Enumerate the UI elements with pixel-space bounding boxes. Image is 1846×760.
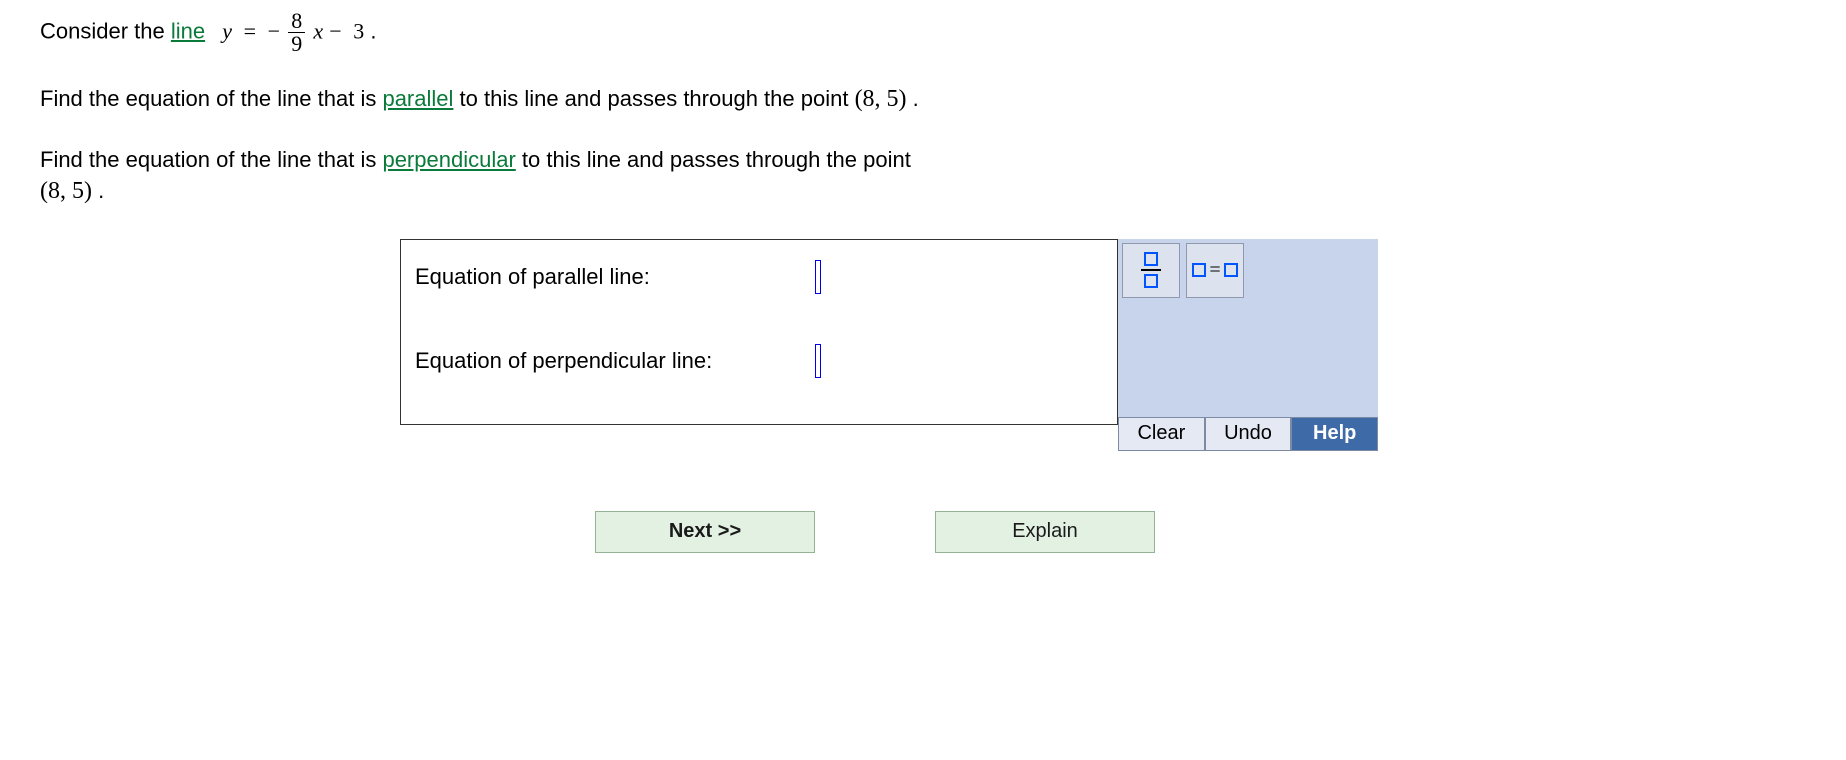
point-perp: (8, 5) — [40, 178, 92, 204]
eq-const: 3 — [348, 18, 365, 43]
period-parallel: . — [913, 86, 919, 111]
problem-line-1: Consider the line y = − 8 9 x − 3 . — [40, 10, 1806, 55]
clear-button[interactable]: Clear — [1118, 417, 1205, 451]
explain-button[interactable]: Explain — [935, 511, 1155, 553]
link-line[interactable]: line — [171, 18, 205, 43]
answer-container: Equation of parallel line: Equation of p… — [400, 239, 1118, 425]
eq-neg: − — [268, 18, 280, 43]
label-parallel: Equation of parallel line: — [415, 264, 815, 290]
tool-equation-button[interactable]: = — [1186, 243, 1244, 298]
fraction-icon — [1141, 252, 1161, 288]
equation-icon: = — [1192, 259, 1237, 282]
eq-minus: − — [329, 18, 341, 43]
problem-line-3: Find the equation of the line that is pe… — [40, 145, 1806, 209]
eq-fraction: 8 9 — [288, 10, 305, 55]
link-parallel[interactable]: parallel — [382, 86, 453, 111]
text-consider: Consider the — [40, 18, 171, 43]
text-parallel-pre: Find the equation of the line that is — [40, 86, 382, 111]
period-perp: . — [98, 178, 104, 203]
eq-equals: = — [238, 18, 261, 43]
answer-row-parallel: Equation of parallel line: — [415, 260, 1103, 294]
link-perpendicular[interactable]: perpendicular — [382, 147, 515, 172]
problem-line-2: Find the equation of the line that is pa… — [40, 83, 1806, 117]
label-perpendicular: Equation of perpendicular line: — [415, 348, 815, 374]
eq-frac-den: 9 — [288, 33, 305, 55]
answer-row-perpendicular: Equation of perpendicular line: — [415, 344, 1103, 378]
text-perp-suf: to this line and passes through the poin… — [522, 147, 911, 172]
text-parallel-suf: to this line and passes through the poin… — [460, 86, 855, 111]
eq-frac-num: 8 — [288, 10, 305, 33]
next-button[interactable]: Next >> — [595, 511, 815, 553]
help-button[interactable]: Help — [1291, 417, 1378, 451]
tool-fraction-button[interactable] — [1122, 243, 1180, 298]
input-perpendicular[interactable] — [815, 344, 821, 378]
eq-period: . — [370, 18, 376, 43]
undo-button[interactable]: Undo — [1205, 417, 1292, 451]
text-perp-pre: Find the equation of the line that is — [40, 147, 382, 172]
eq-lhs: y — [211, 18, 232, 43]
eq-symbol: = — [1209, 259, 1220, 282]
point-parallel: (8, 5) — [855, 86, 907, 112]
tool-panel: = Clear Undo Help — [1118, 239, 1378, 451]
input-parallel[interactable] — [815, 260, 821, 294]
eq-var: x — [313, 18, 323, 43]
